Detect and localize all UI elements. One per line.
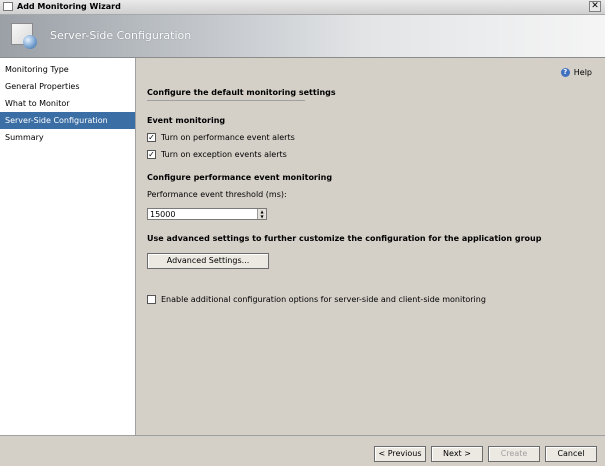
close-button[interactable]: ✕ bbox=[589, 1, 601, 12]
nav-item-server-side-configuration[interactable]: Server-Side Configuration bbox=[0, 112, 135, 129]
advanced-settings-button[interactable]: Advanced Settings... bbox=[147, 253, 269, 269]
nav-item-monitoring-type[interactable]: Monitoring Type bbox=[0, 61, 135, 78]
threshold-label: Performance event threshold (ms): bbox=[147, 190, 287, 199]
create-button[interactable]: Create bbox=[488, 446, 540, 462]
perf-monitoring-title: Configure performance event monitoring bbox=[147, 173, 333, 182]
perf-alerts-label: Turn on performance event alerts bbox=[161, 133, 295, 142]
exception-alerts-label: Turn on exception events alerts bbox=[161, 150, 287, 159]
content-pane: ? Help Configure the default monitoring s… bbox=[136, 58, 605, 435]
event-monitoring-title: Event monitoring bbox=[147, 116, 226, 125]
additional-options-label: Enable additional configuration options … bbox=[161, 295, 486, 304]
threshold-value[interactable]: 15000 bbox=[150, 209, 175, 220]
additional-options-checkbox-row[interactable]: Enable additional configuration options … bbox=[147, 295, 486, 304]
wizard-logo-icon bbox=[11, 23, 37, 49]
heading-divider bbox=[147, 100, 305, 101]
wizard-steps-nav: Monitoring Type General Properties What … bbox=[0, 58, 136, 435]
help-link[interactable]: ? Help bbox=[560, 68, 592, 77]
additional-options-checkbox[interactable] bbox=[147, 295, 156, 304]
wizard-header: Server-Side Configuration bbox=[0, 15, 605, 58]
nav-item-summary[interactable]: Summary bbox=[0, 129, 135, 146]
exception-alerts-checkbox[interactable]: ✓ bbox=[147, 150, 156, 159]
wizard-footer: < Previous Next > Create Cancel bbox=[0, 435, 605, 466]
perf-alerts-checkbox-row[interactable]: ✓ Turn on performance event alerts bbox=[147, 133, 295, 142]
window-title: Add Monitoring Wizard bbox=[17, 2, 121, 11]
perf-alerts-checkbox[interactable]: ✓ bbox=[147, 133, 156, 142]
next-button[interactable]: Next > bbox=[431, 446, 483, 462]
nav-item-what-to-monitor[interactable]: What to Monitor bbox=[0, 95, 135, 112]
exception-alerts-checkbox-row[interactable]: ✓ Turn on exception events alerts bbox=[147, 150, 287, 159]
section-heading: Configure the default monitoring setting… bbox=[147, 88, 336, 97]
title-bar: Add Monitoring Wizard ✕ bbox=[0, 0, 605, 15]
page-title: Server-Side Configuration bbox=[50, 29, 192, 42]
nav-item-general-properties[interactable]: General Properties bbox=[0, 78, 135, 95]
help-icon: ? bbox=[560, 68, 570, 77]
threshold-stepper[interactable]: 15000 ▲ ▼ bbox=[147, 208, 267, 220]
cancel-button[interactable]: Cancel bbox=[545, 446, 597, 462]
stepper-down-icon[interactable]: ▼ bbox=[257, 214, 266, 219]
window-icon bbox=[3, 2, 13, 11]
advanced-settings-title: Use advanced settings to further customi… bbox=[147, 234, 542, 243]
help-label: Help bbox=[573, 68, 592, 77]
previous-button[interactable]: < Previous bbox=[374, 446, 426, 462]
stepper-arrows[interactable]: ▲ ▼ bbox=[257, 209, 266, 219]
